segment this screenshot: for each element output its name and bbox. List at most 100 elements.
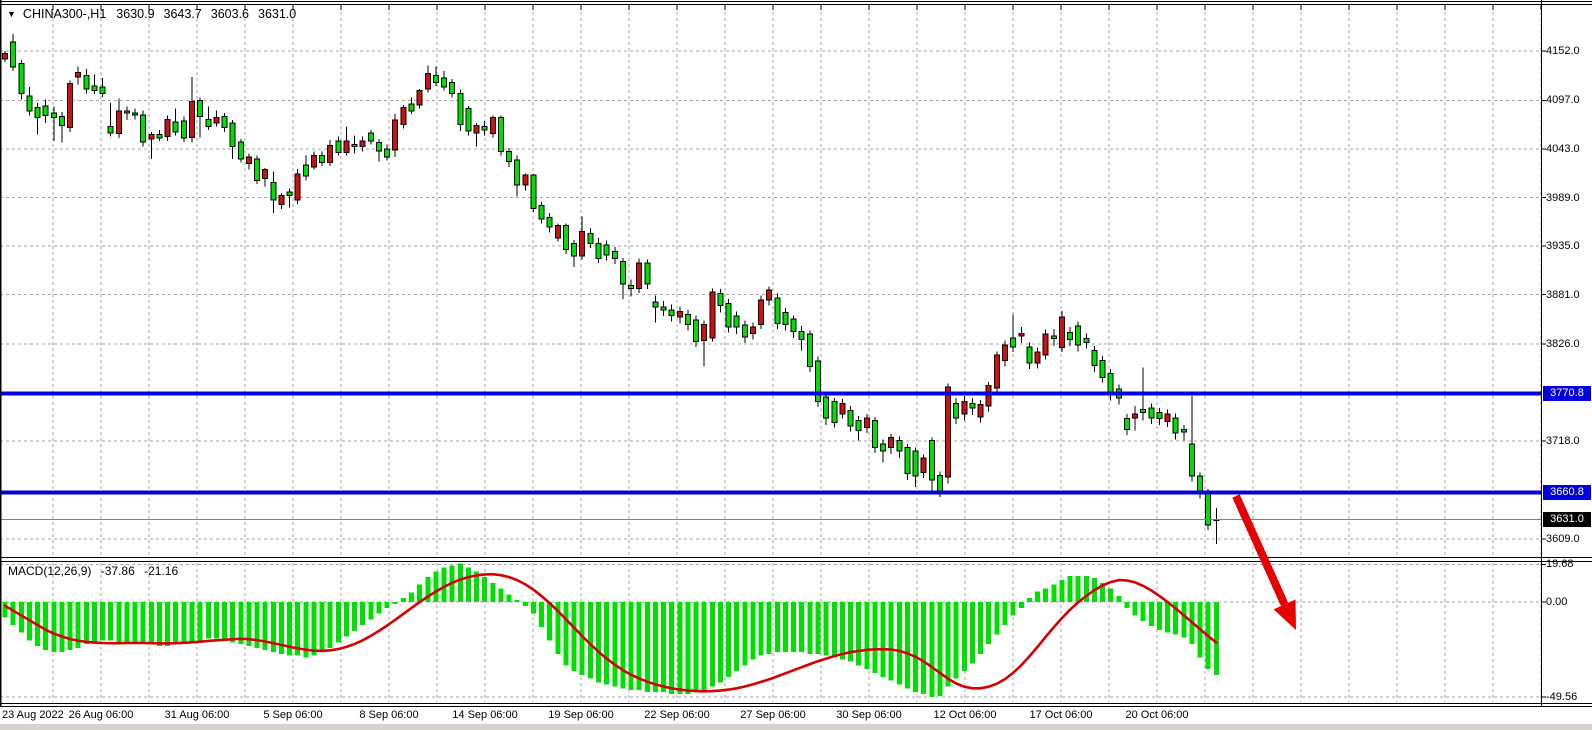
candle-body <box>1084 339 1089 343</box>
candle-body <box>376 143 381 151</box>
candle <box>1019 327 1024 343</box>
candle-body <box>750 327 755 333</box>
candle-body <box>710 292 715 338</box>
candle <box>1059 311 1064 352</box>
candle <box>442 71 447 91</box>
macd-histogram-bar <box>198 602 203 640</box>
candle <box>11 34 16 71</box>
candle-body <box>76 73 81 77</box>
time-axis-label: 26 Aug 06:00 <box>69 709 134 721</box>
price-axis-label: 3718.0 <box>1546 434 1580 448</box>
candle-body <box>189 101 194 137</box>
candle-body <box>1189 444 1194 476</box>
macd-histogram-bar <box>767 602 772 654</box>
candle <box>588 228 593 248</box>
candle <box>425 65 430 92</box>
frame-layer <box>0 0 1592 707</box>
macd-axis-label: -49.56 <box>1546 690 1577 704</box>
candle <box>368 130 373 144</box>
candle <box>962 396 967 420</box>
macd-histogram-bar <box>108 602 113 640</box>
candle-body <box>1043 334 1048 355</box>
macd-histogram-bar <box>1059 580 1064 602</box>
candle-body <box>807 334 812 366</box>
candle <box>539 202 544 224</box>
candle <box>946 384 951 484</box>
candle-body <box>555 225 560 238</box>
macd-histogram-bar <box>401 598 406 602</box>
candle <box>222 113 227 132</box>
status-bar <box>0 723 1592 730</box>
macd-histogram-bar <box>824 602 829 656</box>
candle <box>141 110 146 146</box>
candle-body <box>92 86 97 90</box>
macd-histogram-bar <box>100 602 105 640</box>
candle <box>629 279 634 296</box>
candle-body <box>539 206 544 219</box>
candle-body <box>645 263 650 284</box>
candle-body <box>43 106 48 116</box>
candle <box>149 132 154 159</box>
candle <box>929 438 934 494</box>
candle <box>198 98 203 138</box>
candle-body <box>629 286 634 289</box>
candle <box>1092 346 1097 372</box>
macd-histogram-bar <box>921 602 926 694</box>
candle-body <box>1011 338 1016 347</box>
chart-canvas[interactable] <box>0 0 1592 730</box>
macd-histogram-bar <box>978 602 983 654</box>
candle-body <box>1149 408 1154 418</box>
candle-body <box>68 83 73 127</box>
candle-body <box>482 127 487 131</box>
macd-histogram-bar <box>946 602 951 686</box>
candles-layer <box>3 34 1219 544</box>
indicator-main-value: -37.86 <box>101 564 135 578</box>
macd-histogram-bar <box>376 602 381 614</box>
macd-histogram-bar <box>482 577 487 602</box>
candle-body <box>929 440 934 480</box>
macd-histogram-bar <box>385 602 390 608</box>
candle-body <box>742 325 747 337</box>
candle <box>1189 396 1194 481</box>
candle <box>580 216 585 259</box>
macd-histogram-bar <box>409 592 414 602</box>
macd-histogram-bar <box>694 602 699 692</box>
candle <box>523 173 528 190</box>
macd-histogram-bar <box>840 602 845 660</box>
macd-histogram-bar <box>490 583 495 602</box>
candle <box>994 351 999 393</box>
macd-histogram-bar <box>937 602 942 696</box>
level-lines-layer <box>0 394 1541 520</box>
candle-body <box>848 411 853 426</box>
time-axis-label: 27 Sep 06:00 <box>740 709 805 721</box>
macd-histogram-bar <box>181 602 186 644</box>
candle <box>718 289 723 312</box>
candle-body <box>685 314 690 324</box>
macd-histogram-bar <box>1051 585 1056 602</box>
candle-body <box>417 91 422 105</box>
candle-body <box>116 111 121 133</box>
candle <box>1181 425 1186 440</box>
candle <box>515 155 520 196</box>
trend-arrow[interactable] <box>1236 496 1296 630</box>
arrow-shaft[interactable] <box>1236 496 1285 604</box>
candle <box>133 109 138 120</box>
price-axis-label: 3989.0 <box>1546 191 1580 205</box>
candle <box>791 315 796 337</box>
macd-histogram-bar <box>669 602 674 694</box>
macd-histogram-bar <box>913 602 918 692</box>
candle <box>620 258 625 299</box>
candle <box>1206 489 1211 530</box>
macd-histogram-bar <box>336 602 341 642</box>
macd-histogram-bar <box>791 602 796 652</box>
macd-histogram-bar <box>1116 596 1121 602</box>
candle <box>986 382 991 412</box>
candle-body <box>11 42 16 67</box>
symbol-dropdown-icon[interactable]: ▼ <box>7 8 16 20</box>
candle <box>1198 473 1203 499</box>
candle-body <box>1019 333 1024 336</box>
candle-body <box>1133 414 1138 418</box>
candle-body <box>51 113 56 117</box>
macd-histogram-bar <box>661 602 666 692</box>
macd-histogram-bar <box>620 602 625 688</box>
